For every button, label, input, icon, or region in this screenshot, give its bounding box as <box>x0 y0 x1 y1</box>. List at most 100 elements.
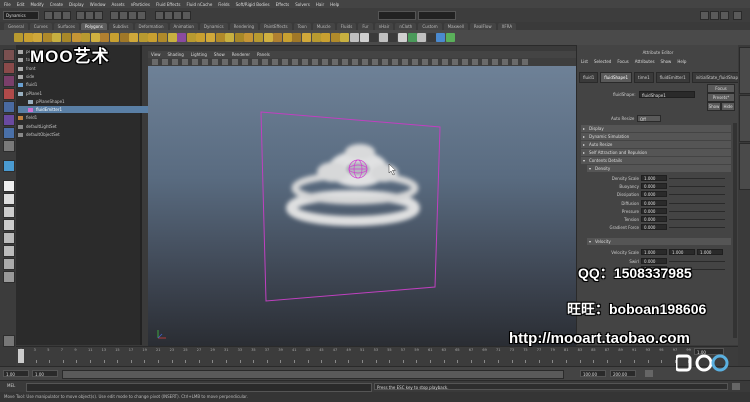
viewport-tool-icon[interactable] <box>432 59 438 65</box>
outliner-item[interactable]: defaultLightSet <box>18 123 138 130</box>
select-hierarchy-icon[interactable] <box>76 11 85 20</box>
shelf-tab-toon[interactable]: Toon <box>293 23 311 30</box>
viewport-tool-icon[interactable] <box>282 59 288 65</box>
viewport-tool-icon[interactable] <box>502 59 508 65</box>
viewport-menu-lighting[interactable]: Lighting <box>191 52 207 57</box>
ae-attribute-field[interactable]: 1.000 <box>669 249 695 256</box>
time-slider[interactable]: 1357911131517192123252729313335373941434… <box>16 346 738 367</box>
ae-attribute-field[interactable]: 1.000 <box>641 249 667 256</box>
range-bar[interactable] <box>62 370 564 379</box>
auto-resize-dropdown[interactable]: Off <box>637 115 661 122</box>
shelf-tool-icon[interactable] <box>321 33 331 42</box>
history-icon[interactable] <box>155 11 164 20</box>
ae-section-header[interactable]: Auto Resize <box>581 141 731 148</box>
attribute-editor-scrollbar[interactable] <box>733 123 737 338</box>
shelf-tab-rendering[interactable]: Rendering <box>229 23 259 30</box>
ae-section-header[interactable]: Density <box>587 165 731 172</box>
lasso-tool-icon[interactable] <box>3 62 15 74</box>
ae-attribute-field[interactable]: 0.000 <box>641 199 667 206</box>
shelf-tool-icon[interactable] <box>23 33 33 42</box>
ae-menu-show[interactable]: Show <box>661 59 672 64</box>
ae-menu-focus[interactable]: Focus <box>617 59 628 64</box>
viewport-tool-icon[interactable] <box>412 59 418 65</box>
shelf-tool-icon[interactable] <box>311 33 321 42</box>
viewport-tool-icon[interactable] <box>472 59 478 65</box>
menu-window[interactable]: Window <box>90 2 106 7</box>
menu-file[interactable]: File <box>4 2 11 7</box>
outliner-layout-icon[interactable] <box>3 219 15 231</box>
layer-editor-toggle-icon[interactable] <box>733 11 742 20</box>
ae-tab[interactable]: time1 <box>634 72 654 83</box>
save-scene-icon[interactable] <box>62 11 71 20</box>
outliner-item[interactable]: fluidEmitter1 <box>18 106 148 114</box>
four-pane-layout-icon[interactable] <box>3 193 15 205</box>
viewport-tool-icon[interactable] <box>372 59 378 65</box>
current-time-marker[interactable] <box>18 349 24 363</box>
shelf-tool-icon[interactable] <box>100 33 110 42</box>
viewport-tool-icon[interactable] <box>192 59 198 65</box>
ae-menu-help[interactable]: Help <box>677 59 686 64</box>
shelf-tab-fur[interactable]: Fur <box>358 23 373 30</box>
menu-display[interactable]: Display <box>69 2 84 7</box>
shelf-tool-icon[interactable] <box>81 33 91 42</box>
last-tool-icon[interactable] <box>3 160 15 172</box>
soft-mod-icon[interactable] <box>3 140 15 152</box>
viewport-tool-icon[interactable] <box>252 59 258 65</box>
ae-section-header[interactable]: Display <box>581 125 731 132</box>
ae-attribute-slider[interactable] <box>669 260 725 262</box>
node-name-field[interactable]: fluidShape1 <box>639 91 695 98</box>
viewport-tool-icon[interactable] <box>342 59 348 65</box>
ae-attribute-field[interactable]: 1.000 <box>641 175 667 181</box>
shelf-tool-icon[interactable] <box>206 33 215 42</box>
universal-manip-icon[interactable] <box>3 127 15 139</box>
shelf-tool-icon[interactable] <box>90 33 100 42</box>
shelf-tab-polygons[interactable]: Polygons <box>80 23 107 30</box>
ae-attribute-field[interactable]: 1.000 <box>697 249 723 256</box>
shelf-tool-icon[interactable] <box>302 33 311 42</box>
shelf-tool-icon[interactable] <box>177 33 187 42</box>
shelf-tab-ncloth[interactable]: nCloth <box>395 23 417 30</box>
shelf-tool-icon[interactable] <box>244 33 254 42</box>
shelf-tool-icon[interactable] <box>426 33 436 42</box>
viewport-tool-icon[interactable] <box>352 59 358 65</box>
ae-attribute-slider[interactable] <box>669 202 725 204</box>
viewport-tool-icon[interactable] <box>302 59 308 65</box>
viewport-menu-view[interactable]: View <box>151 52 161 57</box>
ae-tab[interactable]: fluid1 <box>579 72 599 83</box>
ae-attribute-field[interactable]: 0.000 <box>641 191 667 198</box>
single-pane-layout-icon[interactable] <box>3 180 15 192</box>
ae-attribute-slider[interactable] <box>669 210 725 212</box>
snap-curve-icon[interactable] <box>119 11 128 20</box>
shelf-tool-icon[interactable] <box>167 33 177 42</box>
snap-point-icon[interactable] <box>128 11 137 20</box>
menu-modify[interactable]: Modify <box>30 2 43 7</box>
ae-menu-attributes[interactable]: Attributes <box>635 59 655 64</box>
shelf-tab-animation[interactable]: Animation <box>169 23 198 30</box>
menu-assets[interactable]: Assets <box>112 2 125 7</box>
viewport-tool-icon[interactable] <box>272 59 278 65</box>
hypershade-layout-icon[interactable] <box>3 245 15 257</box>
shelf-tab-dynamics[interactable]: Dynamics <box>199 23 228 30</box>
viewport-tool-icon[interactable] <box>262 59 268 65</box>
shelf-tool-icon[interactable] <box>52 33 62 42</box>
viewport-tool-icon[interactable] <box>312 59 318 65</box>
render-settings-icon[interactable] <box>182 11 191 20</box>
menu-hair[interactable]: Hair <box>316 2 324 7</box>
shelf-tool-icon[interactable] <box>33 33 43 42</box>
channel-box-side-tab[interactable] <box>739 143 750 190</box>
viewport-tool-icon[interactable] <box>152 59 158 65</box>
select-component-icon[interactable] <box>94 11 103 20</box>
viewport-tool-icon[interactable] <box>362 59 368 65</box>
ipr-render-icon[interactable] <box>173 11 182 20</box>
viewport-tool-icon[interactable] <box>182 59 188 65</box>
open-scene-icon[interactable] <box>53 11 62 20</box>
ae-attribute-slider[interactable] <box>669 194 725 196</box>
menu-effects[interactable]: Effects <box>276 2 290 7</box>
menu-nparticles[interactable]: nParticles <box>131 2 150 7</box>
start-time-field[interactable]: 1.00 <box>3 370 29 377</box>
viewport-tool-icon[interactable] <box>242 59 248 65</box>
graph-layout-icon[interactable] <box>3 232 15 244</box>
shelf-tool-icon[interactable] <box>148 33 158 42</box>
focus-button[interactable]: Focus <box>707 84 735 93</box>
outliner-item[interactable]: side <box>18 73 138 80</box>
